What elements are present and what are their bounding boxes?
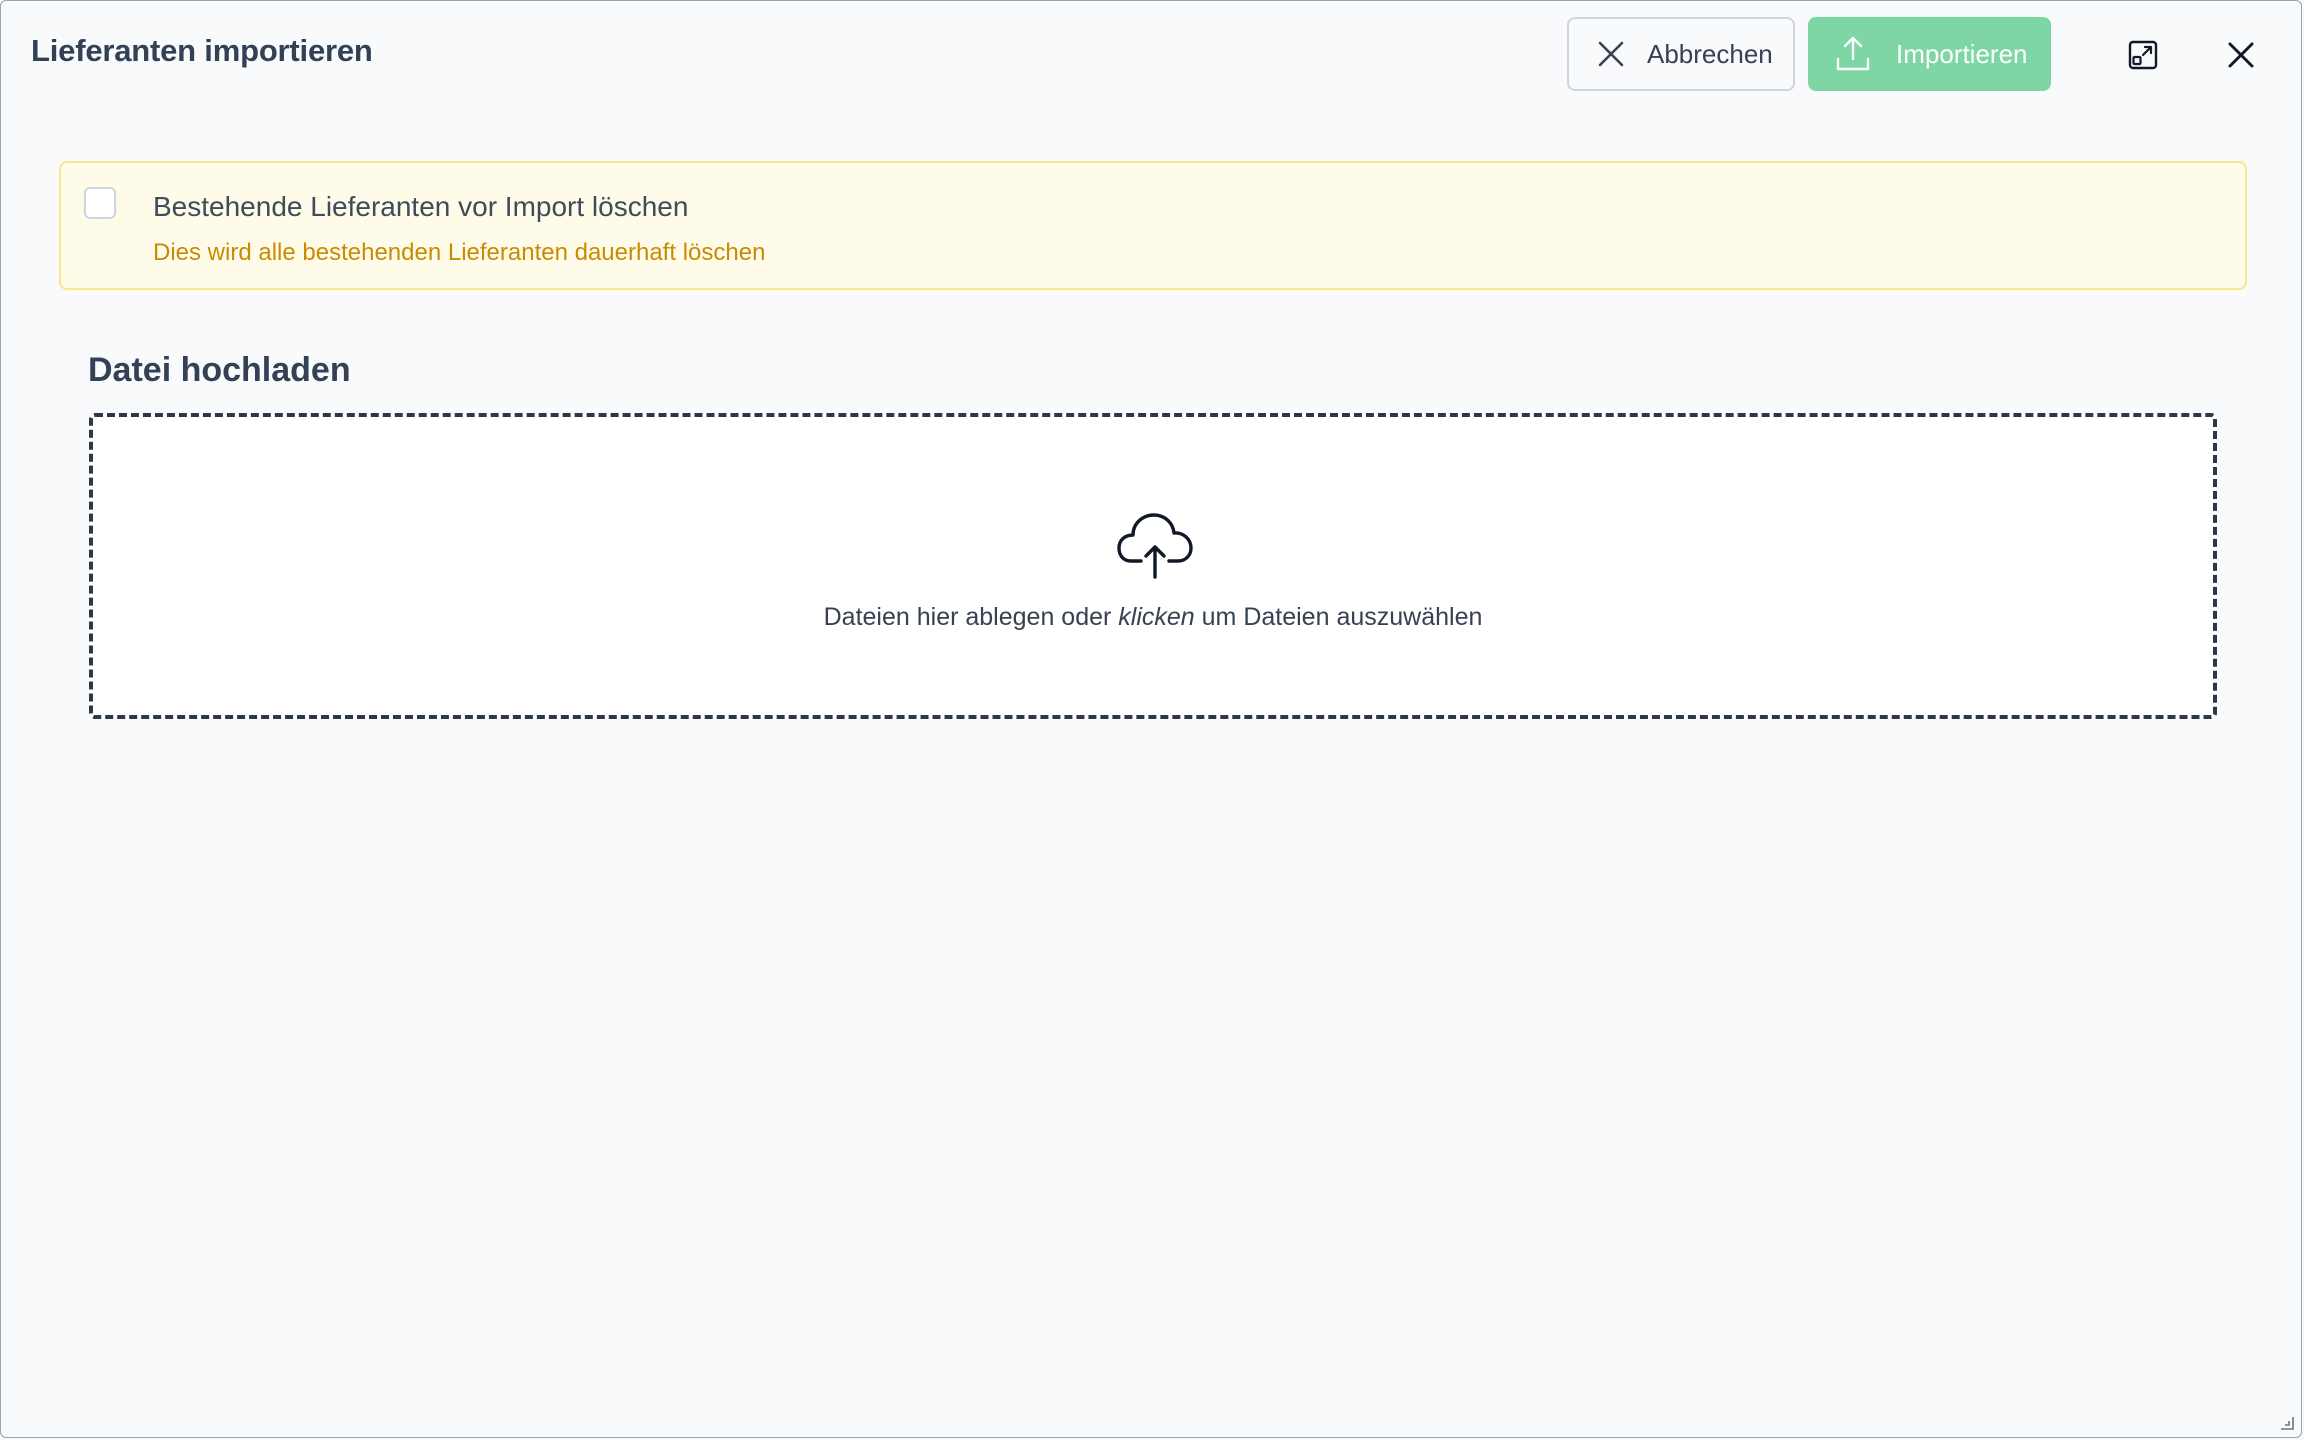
close-icon: [1598, 41, 1624, 67]
delete-existing-checkbox[interactable]: [84, 187, 116, 219]
file-dropzone[interactable]: Dateien hier ablegen oder klicken um Dat…: [89, 413, 2217, 719]
cancel-button-label: Abbrechen: [1647, 38, 1773, 69]
upload-icon: [1836, 36, 1870, 71]
cancel-button[interactable]: Abbrechen: [1567, 17, 1795, 91]
close-icon: [2228, 42, 2254, 68]
resize-handle-icon[interactable]: [2277, 1413, 2295, 1431]
dropzone-text-after: um Dateien auszuwählen: [1194, 603, 1483, 631]
import-button[interactable]: Importieren: [1808, 17, 2051, 91]
cloud-upload-icon: [1117, 513, 1193, 579]
dropzone-text-before: Dateien hier ablegen oder: [823, 603, 1119, 631]
dropzone-click-emphasis: klicken: [1118, 603, 1195, 631]
maximize-button[interactable]: [2119, 31, 2167, 79]
maximize-icon: [2128, 40, 2158, 70]
upload-section-title: Datei hochladen: [88, 351, 351, 389]
delete-existing-label: Bestehende Lieferanten vor Import lösche…: [153, 191, 689, 222]
dialog-title: Lieferanten importieren: [31, 33, 373, 68]
close-dialog-button[interactable]: [2217, 31, 2265, 79]
import-button-label: Importieren: [1896, 38, 2028, 69]
delete-existing-description: Dies wird alle bestehenden Lieferanten d…: [153, 239, 766, 266]
dropzone-instructions: Dateien hier ablegen oder klicken um Dat…: [93, 603, 2213, 632]
delete-existing-warning: Bestehende Lieferanten vor Import lösche…: [59, 161, 2247, 290]
import-dialog: Lieferanten importieren Abbrechen Import…: [0, 0, 2302, 1438]
